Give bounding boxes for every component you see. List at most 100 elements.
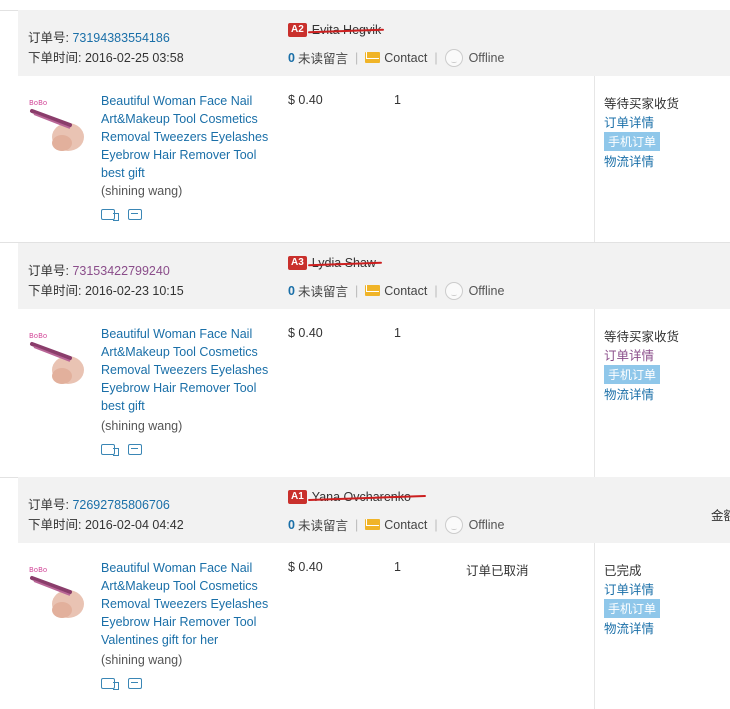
order-time: 下单时间: 2016-02-25 03:58 <box>28 47 184 66</box>
order-items: BoBo Beautiful Woman Face Nail Art&Makeu… <box>18 76 730 246</box>
order-time-value: 2016-02-04 04:42 <box>84 518 184 532</box>
order-detail-link[interactable]: 订单详情 <box>604 345 654 364</box>
order-header: 订单号: 72692785806706 下单时间: 2016-02-04 04:… <box>18 477 730 543</box>
product-title-link[interactable]: Beautiful Woman Face Nail Art&Makeup Too… <box>101 325 273 415</box>
online-status: Offline <box>468 517 505 532</box>
status-column-divider <box>594 76 595 246</box>
buyer-info: A2 Evita Hegvik <box>288 23 384 37</box>
item-actions <box>101 444 142 456</box>
unread-count: 0 <box>288 517 295 532</box>
product-thumbnail[interactable]: BoBo <box>26 562 86 622</box>
order-number-link[interactable]: 72692785806706 <box>72 498 169 512</box>
unread-count: 0 <box>288 50 295 65</box>
order-number: 订单号: 73153422799240 <box>28 260 170 279</box>
buyer-level-badge: A1 <box>288 490 307 504</box>
buyer-name[interactable]: Lydia Shaw <box>307 256 382 270</box>
unread-messages-link[interactable]: 未读留言 <box>298 48 348 67</box>
online-status: Offline <box>468 50 505 65</box>
amount-header-clipped: 金额 <box>710 509 730 523</box>
order-header: 订单号: 73194383554186 下单时间: 2016-02-25 03:… <box>18 10 730 76</box>
seller-name: (shining wang) <box>101 419 183 433</box>
order-number: 订单号: 72692785806706 <box>28 494 170 513</box>
offline-status-icon <box>444 48 463 67</box>
logistics-detail-link[interactable]: 物流详情 <box>604 618 654 637</box>
product-thumbnail[interactable]: BoBo <box>26 95 86 155</box>
order-detail-link[interactable]: 订单详情 <box>604 579 654 598</box>
order-card: 订单号: 72692785806706 下单时间: 2016-02-04 04:… <box>18 477 730 709</box>
item-price: $ 0.40 <box>288 560 323 574</box>
contact-bar: 0 未读留言 | Contact | Offline <box>288 281 504 300</box>
return-icon[interactable] <box>128 678 142 689</box>
unread-messages-link[interactable]: 未读留言 <box>298 281 348 300</box>
contact-bar: 0 未读留言 | Contact | Offline <box>288 515 504 534</box>
return-icon[interactable] <box>128 444 142 455</box>
item-actions <box>101 209 142 221</box>
item-actions <box>101 678 142 690</box>
separator: | <box>354 50 359 65</box>
order-number-link[interactable]: 73153422799240 <box>72 264 169 278</box>
order-time-value: 2016-02-25 03:58 <box>84 51 184 65</box>
unread-count: 0 <box>288 283 295 298</box>
mail-icon <box>365 519 381 530</box>
svg-text:BoBo: BoBo <box>29 332 47 340</box>
separator: | <box>354 517 359 532</box>
buyer-level-badge: A3 <box>288 256 307 270</box>
buyer-name[interactable]: Yana Ovcharenko <box>307 490 426 504</box>
svg-text:BoBo: BoBo <box>29 566 47 574</box>
order-time-label: 下单时间: <box>28 51 85 65</box>
offline-status-icon <box>444 515 463 534</box>
item-quantity: 1 <box>394 326 401 340</box>
shipping-icon[interactable] <box>101 209 119 221</box>
order-time-label: 下单时间: <box>28 284 85 298</box>
order-number-link[interactable]: 73194383554186 <box>72 31 169 45</box>
item-quantity: 1 <box>394 93 401 107</box>
separator: | <box>434 517 438 532</box>
unread-messages-link[interactable]: 未读留言 <box>298 515 348 534</box>
logistics-detail-link[interactable]: 物流详情 <box>604 151 654 170</box>
order-number: 订单号: 73194383554186 <box>28 27 170 46</box>
separator: | <box>354 283 359 298</box>
item-price: $ 0.40 <box>288 326 323 340</box>
order-items: BoBo Beautiful Woman Face Nail Art&Makeu… <box>18 309 730 479</box>
order-time-label: 下单时间: <box>28 518 85 532</box>
offline-status-icon <box>444 281 463 300</box>
mobile-order-badge: 手机订单 <box>604 599 661 618</box>
mobile-order-badge: 手机订单 <box>604 132 661 151</box>
order-number-label: 订单号: <box>28 498 73 512</box>
contact-link[interactable]: Contact <box>384 284 427 298</box>
order-header: 订单号: 73153422799240 下单时间: 2016-02-23 10:… <box>18 243 730 309</box>
product-thumbnail[interactable]: BoBo <box>26 328 86 388</box>
contact-bar: 0 未读留言 | Contact | Offline <box>288 48 504 67</box>
buyer-info: A3 Lydia Shaw <box>288 256 382 270</box>
mail-icon <box>365 285 381 296</box>
order-detail-link[interactable]: 订单详情 <box>604 112 654 131</box>
status-column-divider <box>594 309 595 479</box>
shipping-icon[interactable] <box>101 678 119 690</box>
logistics-detail-link[interactable]: 物流详情 <box>604 384 654 403</box>
seller-name: (shining wang) <box>101 653 183 667</box>
separator: | <box>434 50 438 65</box>
contact-link[interactable]: Contact <box>384 51 427 65</box>
product-title-link[interactable]: Beautiful Woman Face Nail Art&Makeup Too… <box>101 92 273 182</box>
order-number-label: 订单号: <box>28 264 73 278</box>
contact-link[interactable]: Contact <box>384 518 427 532</box>
svg-text:BoBo: BoBo <box>29 99 47 107</box>
order-time: 下单时间: 2016-02-23 10:15 <box>28 280 184 299</box>
product-title-link[interactable]: Beautiful Woman Face Nail Art&Makeup Too… <box>101 559 273 649</box>
item-price: $ 0.40 <box>288 93 323 107</box>
order-card: 订单号: 73153422799240 下单时间: 2016-02-23 10:… <box>18 243 730 479</box>
order-items: BoBo Beautiful Woman Face Nail Art&Makeu… <box>18 543 730 709</box>
status-column-divider <box>594 543 595 709</box>
item-quantity: 1 <box>394 560 401 574</box>
buyer-name[interactable]: Evita Hegvik <box>307 23 384 37</box>
order-number-label: 订单号: <box>28 31 73 45</box>
order-status: 已完成 <box>604 564 642 578</box>
return-icon[interactable] <box>128 209 142 220</box>
item-status: 订单已取消 <box>466 564 529 578</box>
order-time: 下单时间: 2016-02-04 04:42 <box>28 514 184 533</box>
shipping-icon[interactable] <box>101 444 119 456</box>
order-time-value: 2016-02-23 10:15 <box>84 284 184 298</box>
online-status: Offline <box>468 283 505 298</box>
buyer-info: A1 Yana Ovcharenko <box>288 490 426 504</box>
order-card: 订单号: 73194383554186 下单时间: 2016-02-25 03:… <box>18 10 730 246</box>
